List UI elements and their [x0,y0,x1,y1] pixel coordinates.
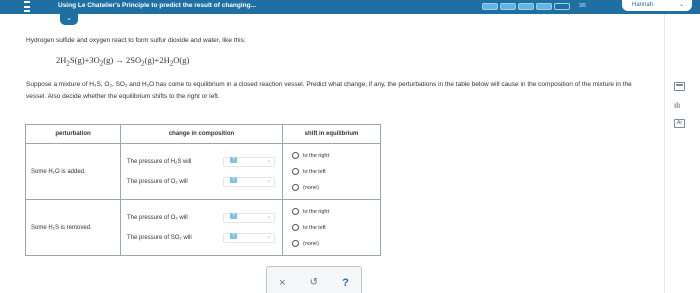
clear-button[interactable]: × [279,277,285,289]
radio-button[interactable] [292,184,299,191]
help-button[interactable]: ? [342,277,349,289]
radio-option[interactable]: (none) [292,239,380,248]
radio-option[interactable]: to the left [292,223,380,232]
top-bar: Using Le Chatelier's Principle to predic… [0,0,700,14]
change-select[interactable]: ? ◦ [223,232,275,243]
selected-value: ? [230,156,237,163]
header-change: change in composition [120,124,283,144]
progress-bar [482,3,570,10]
chemical-equation: 2H2S(g)+3O2(g) → 2SO2(g)+2H2O(g) [56,55,190,68]
menu-icon[interactable] [24,1,30,12]
radio-button[interactable] [292,152,299,159]
user-menu-button[interactable]: Hannah ⌄ [622,0,692,11]
dropdown-arrow-icon: ◦ [267,234,270,241]
change-label: The pressure of O₂ will [127,178,188,185]
change-cell: The pressure of O₂ will ? ◦ The pressure… [120,199,283,256]
dropdown-arrow-icon: ◦ [267,214,270,221]
progress-count: 3/5 [579,3,586,9]
change-select[interactable]: ? ◦ [223,212,275,223]
question-panel: Hydrogen sulfide and oxygen react to for… [0,14,660,293]
assignment-title: Using Le Chatelier's Principle to predic… [58,2,257,9]
dropdown-arrow-icon: ◦ [267,158,270,165]
radio-option[interactable]: to the left [292,167,380,176]
radio-button[interactable] [292,168,299,175]
shift-cell: to the right to the left (none) [282,143,381,200]
question-intro: Hydrogen sulfide and oxygen react to for… [26,37,246,44]
progress-segment [536,3,552,10]
progress-segment [518,3,534,10]
change-label: The pressure of SO₂ will [127,234,192,241]
perturbation-table: perturbation change in composition shift… [25,124,381,256]
undo-button[interactable]: ↺ [310,277,318,289]
change-select[interactable]: ? ◦ [223,176,275,187]
radio-button[interactable] [292,224,299,231]
progress-segment [500,3,516,10]
header-shift: shift in equilibrium [282,124,381,144]
radio-option[interactable]: to the right [292,207,380,216]
dropdown-arrow-icon: ◦ [267,178,270,185]
periodic-table-icon[interactable]: Ar [674,119,685,128]
change-label: The pressure of H₂S will [127,158,192,165]
radio-option[interactable]: (none) [292,183,380,192]
table-row: Some H₂O is added. The pressure of H₂S w… [25,143,381,200]
user-name: Hannah [632,2,654,8]
selected-value: ? [230,232,237,239]
change-select[interactable]: ? ◦ [223,156,275,167]
selected-value: ? [230,212,237,219]
radio-button[interactable] [292,208,299,215]
perturbation-cell: Some H₂S is removed. [25,199,121,256]
calculator-icon[interactable] [674,82,685,91]
answer-actions: × ↺ ? [266,266,362,293]
progress-segment [554,3,570,10]
header-perturbation: perturbation [25,124,121,144]
chevron-down-icon: ⌄ [678,2,684,8]
perturbation-cell: Some H₂O is added. [25,143,121,200]
radio-button[interactable] [292,240,299,247]
change-label: The pressure of O₂ will [127,214,188,221]
selected-value: ? [230,176,237,183]
question-prompt: Suppose a mixture of H₂S, O₂, SO₂ and H₂… [26,81,632,100]
table-row: Some H₂S is removed. The pressure of O₂ … [25,199,381,256]
bar-chart-icon[interactable]: ılı [674,101,685,110]
tool-rail: ılı Ar [664,14,700,293]
radio-option[interactable]: to the right [292,151,380,160]
shift-cell: to the right to the left (none) [282,199,381,256]
change-cell: The pressure of H₂S will ? ◦ The pressur… [120,143,283,200]
progress-segment [482,3,498,10]
